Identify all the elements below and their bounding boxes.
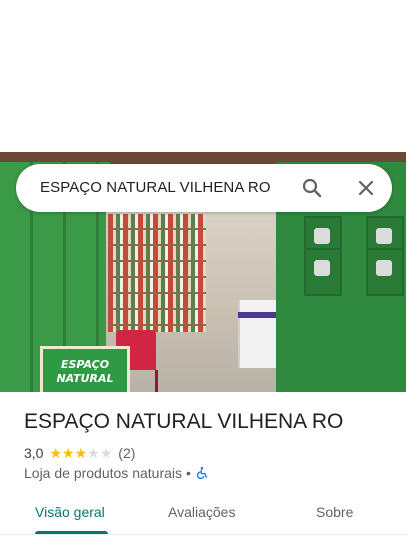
wheelchair-icon	[196, 467, 207, 480]
tab-reviews[interactable]: Avaliações	[168, 504, 235, 520]
category-row: Loja de produtos naturais •	[24, 465, 209, 481]
place-category[interactable]: Loja de produtos naturais	[24, 465, 182, 481]
photo-counter	[238, 300, 280, 368]
star-icon: ★	[62, 445, 75, 461]
separator-dot: •	[186, 465, 191, 481]
photo-counter-stripe	[238, 312, 278, 318]
photo-store-sign: ESPAÇO NATURAL	[40, 346, 130, 392]
star-icon: ★	[74, 445, 88, 461]
tab-overview[interactable]: Visão geral	[35, 504, 105, 520]
tabs-divider	[0, 534, 408, 535]
rating-row[interactable]: 3,0 ★ ★ ★ ★ ★ (2)	[24, 444, 135, 462]
search-icon	[302, 178, 322, 198]
search-input[interactable]: ESPAÇO NATURAL VILHENA RO	[40, 179, 271, 196]
tab-about[interactable]: Sobre	[316, 504, 353, 520]
star-rating: ★ ★ ★ ★ ★	[49, 446, 112, 460]
clear-search-button[interactable]	[354, 176, 378, 200]
sign-line-2: NATURAL	[56, 372, 114, 385]
star-icon: ★	[49, 445, 63, 461]
search-bar[interactable]: ESPAÇO NATURAL VILHENA RO	[16, 164, 392, 212]
place-title: ESPAÇO NATURAL VILHENA RO	[24, 410, 344, 433]
photo-shelves	[108, 214, 206, 332]
close-icon	[358, 180, 374, 196]
sign-line-1: ESPAÇO	[60, 358, 110, 371]
review-count[interactable]: (2)	[118, 445, 135, 461]
search-button[interactable]	[300, 176, 324, 200]
star-icon: ★	[99, 445, 113, 461]
star-icon: ★	[87, 445, 100, 461]
rating-value: 3,0	[24, 445, 44, 461]
photo-meter-box	[304, 248, 342, 296]
map-blank-area	[0, 0, 408, 152]
photo-meter-box	[366, 248, 404, 296]
